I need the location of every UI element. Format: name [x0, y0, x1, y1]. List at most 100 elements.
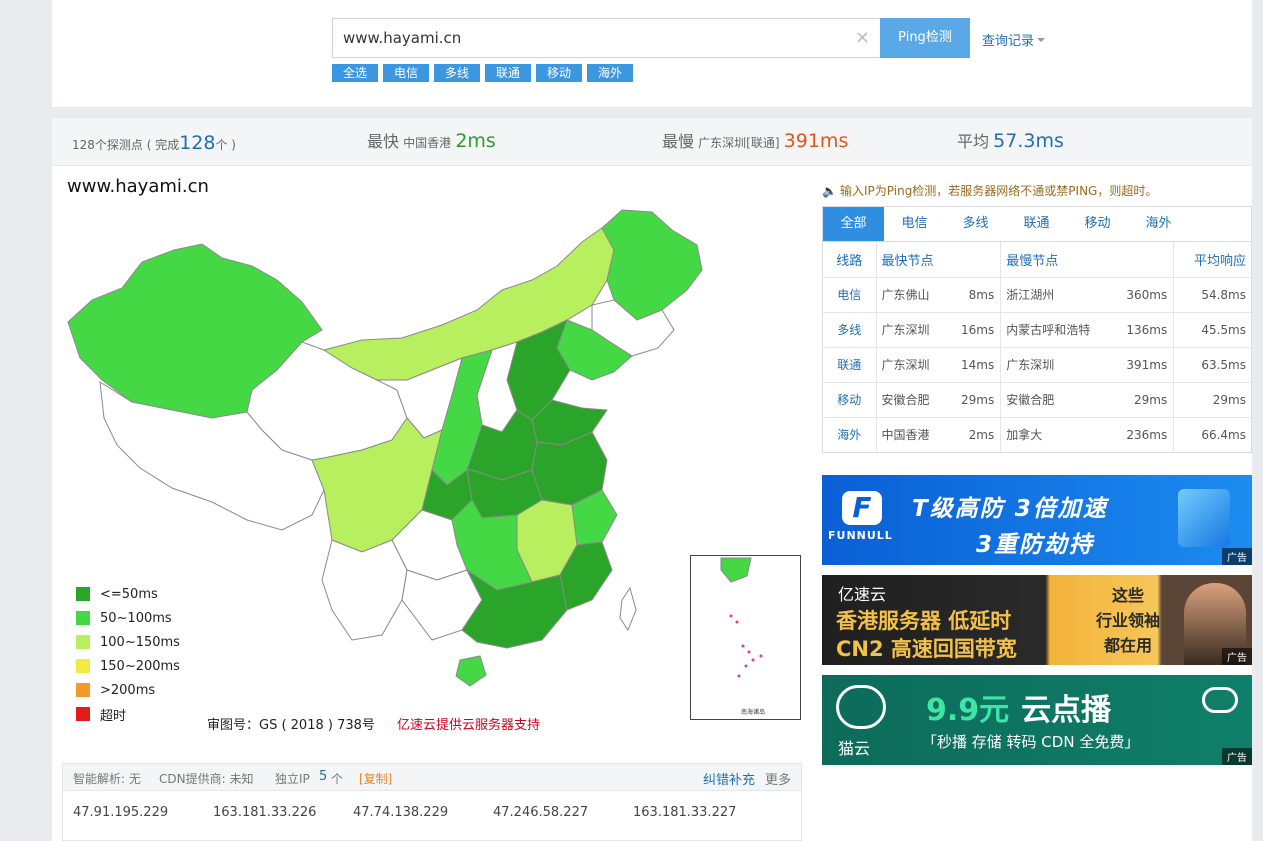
clear-icon[interactable]: × [855, 27, 870, 48]
row-line[interactable]: 多线 [823, 311, 877, 347]
row-fast-node: 广东深圳 [876, 311, 961, 347]
row-fast-node: 中国香港 [876, 416, 961, 452]
ip-item[interactable]: 47.74.138.229 [353, 805, 448, 820]
region-taiwan[interactable] [619, 586, 637, 632]
ad-tag: 广告 [1222, 548, 1252, 565]
filter-chip-unicom[interactable]: 联通 [485, 64, 531, 82]
tab-all[interactable]: 全部 [823, 207, 884, 241]
ad-tag: 广告 [1222, 648, 1252, 665]
row-line[interactable]: 海外 [823, 416, 877, 452]
smart-dns: 智能解析: 无 [73, 772, 141, 786]
row-line[interactable]: 电信 [823, 276, 877, 312]
table-row: 海外 中国香港 2ms 加拿大 236ms 66.4ms [823, 416, 1251, 452]
line-tabs: 全部 电信 多线 联通 移动 海外 [822, 206, 1252, 242]
tab-multiline[interactable]: 多线 [945, 207, 1006, 241]
dns-info-bar: 智能解析: 无 CDN提供商: 未知 独立IP 5 个 [复制] 纠错补充 更多 [62, 763, 802, 791]
speaker-icon: 🔈 [822, 184, 837, 198]
report-link[interactable]: 纠错补充 [703, 769, 755, 788]
probe-count: 128个探测点 ( 完成128个 ) [72, 132, 236, 154]
region-hainan[interactable] [455, 655, 487, 687]
probe-prefix: 128个探测点 ( 完成 [72, 138, 180, 152]
history-dropdown[interactable]: 查询记录 [982, 30, 1046, 49]
filter-chip-telecom[interactable]: 电信 [383, 64, 429, 82]
more-link[interactable]: 更多 [765, 769, 791, 788]
legend-swatch [76, 683, 90, 697]
ip-label: 独立IP [275, 772, 310, 786]
fastest-value: 2ms [455, 130, 496, 152]
ip-count: 5 [319, 769, 328, 784]
filter-chip-multiline[interactable]: 多线 [434, 64, 480, 82]
tab-mobile[interactable]: 移动 [1067, 207, 1128, 241]
row-line[interactable]: 移动 [823, 381, 877, 417]
tab-telecom[interactable]: 电信 [884, 207, 945, 241]
funnull-logo: F [842, 491, 882, 525]
map-title: www.hayami.cn [67, 176, 209, 197]
ip-item[interactable]: 47.246.58.227 [493, 805, 588, 820]
legend-label: 100~150ms [100, 634, 180, 650]
fastest-stat: 最快 中国香港 2ms [367, 128, 496, 152]
ad-brand: 亿速云 [838, 585, 887, 604]
ip-item[interactable]: 163.181.33.227 [633, 805, 736, 820]
search-input[interactable] [333, 19, 833, 57]
search-panel: × Ping检测 查询记录 全选 电信 多线 联通 移动 海外 [52, 0, 1252, 107]
filter-chip-mobile[interactable]: 移动 [536, 64, 582, 82]
ad-brand: 猫云 [838, 739, 871, 758]
legend-swatch [76, 707, 90, 721]
tab-unicom[interactable]: 联通 [1006, 207, 1067, 241]
ad-headline: 香港服务器 低延时 [836, 609, 1012, 633]
table-row: 电信 广东佛山 8ms 浙江湖州 360ms 54.8ms [823, 276, 1251, 312]
probe-done: 128 [179, 132, 216, 154]
legend-item: 150~200ms [76, 654, 180, 678]
south-sea-inset: 南海诸岛 [690, 555, 801, 720]
ad-subline: CN2 高速回国带宽 [836, 637, 1017, 661]
stats-bar: 128个探测点 ( 完成128个 ) 最快 中国香港 2ms 最慢 广东深圳[联… [52, 118, 1252, 166]
row-average: 66.4ms [1173, 416, 1251, 452]
row-slow-node: 浙江湖州 [1000, 276, 1121, 312]
ad-side-text: 这些 行业领袖 都在用 [1095, 586, 1160, 655]
fastest-label: 最快 [367, 132, 400, 151]
ad-banner-funnull[interactable]: F FUNNULL T级高防 3倍加速 3重防劫持 广告 [822, 475, 1252, 565]
map-credit-link[interactable]: 亿速云提供云服务器支持 [397, 714, 540, 733]
table-row: 联通 广东深圳 14ms 广东深圳 391ms 63.5ms [823, 346, 1251, 382]
region-yunnan[interactable] [321, 539, 408, 641]
ad-subline: 3重防劫持 [976, 532, 1095, 558]
legend-label: >200ms [100, 682, 156, 698]
fastest-location: 中国香港 [403, 136, 452, 150]
legend-item: <=50ms [76, 582, 180, 606]
ad-headline: T级高防 3倍加速 [912, 496, 1108, 522]
notice-message: 输入IP为Ping检测，若服务器网络不通或禁PING，则超时。 [840, 184, 1158, 198]
row-fast-time: 14ms [961, 346, 1002, 382]
row-fast-time: 2ms [961, 416, 1002, 452]
legend-item: 超时 [76, 702, 180, 726]
filter-chip-overseas[interactable]: 海外 [587, 64, 633, 82]
row-average: 45.5ms [1173, 311, 1251, 347]
row-average: 54.8ms [1173, 276, 1251, 312]
table-row: 移动 安徽合肥 29ms 安徽合肥 29ms 29ms [823, 381, 1251, 417]
row-fast-time: 16ms [961, 311, 1002, 347]
map-caption: 审图号：GS ( 2018 ) 738号 [207, 718, 375, 733]
ad-tag: 广告 [1222, 748, 1252, 765]
ad-banner-yisu[interactable]: 亿速云 香港服务器 低延时 CN2 高速回国带宽 这些 行业领袖 都在用 广告 [822, 575, 1252, 665]
row-slow-node: 安徽合肥 [1000, 381, 1121, 417]
row-fast-time: 8ms [961, 276, 1002, 312]
ip-item[interactable]: 163.181.33.226 [213, 805, 316, 820]
result-panel: 128个探测点 ( 完成128个 ) 最快 中国香港 2ms 最慢 广东深圳[联… [52, 118, 1252, 841]
slowest-label: 最慢 [662, 132, 695, 151]
ping-button[interactable]: Ping检测 [880, 18, 970, 58]
row-slow-time: 360ms [1120, 276, 1175, 312]
ad-banner-maoyun[interactable]: 猫云 9.9元 云点播 「秒播 存储 转码 CDN 全免费」 广告 [822, 675, 1252, 765]
legend-item: 100~150ms [76, 630, 180, 654]
row-line[interactable]: 联通 [823, 346, 877, 382]
ip-item[interactable]: 47.91.195.229 [73, 805, 168, 820]
chevron-down-icon [1037, 38, 1046, 42]
average-stat: 平均 57.3ms [957, 128, 1064, 152]
ad-subline: 「秒播 存储 转码 CDN 全免费」 [922, 733, 1140, 751]
tab-overseas[interactable]: 海外 [1128, 207, 1189, 241]
col-average: 平均响应 [1193, 253, 1246, 269]
history-label: 查询记录 [982, 34, 1035, 49]
copy-link[interactable]: [复制] [359, 770, 392, 787]
filter-chip-all[interactable]: 全选 [332, 64, 378, 82]
row-slow-time: 29ms [1120, 381, 1175, 417]
row-slow-node: 内蒙古呼和浩特 [1000, 311, 1121, 347]
table-row: 多线 广东深圳 16ms 内蒙古呼和浩特 136ms 45.5ms [823, 311, 1251, 347]
